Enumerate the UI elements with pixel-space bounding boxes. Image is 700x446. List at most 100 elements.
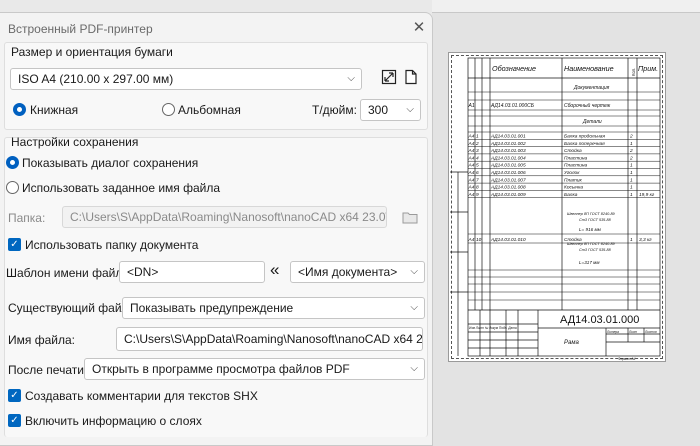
preview-toolbar-strip — [432, 0, 700, 13]
use-name-radio[interactable] — [6, 181, 19, 194]
doc-row-zone: А1 — [468, 103, 475, 109]
layers-info-label: Включить информацию о слоях — [25, 414, 202, 428]
col-designation: Обозначение — [492, 64, 536, 73]
shx-comments-checkbox[interactable]: ✓ — [8, 389, 21, 402]
chevron-down-icon: ⌵ — [410, 363, 418, 374]
col-note: Прим. — [638, 64, 658, 73]
after-print-select[interactable]: Открыть в программе просмотра файлов PDF… — [84, 358, 425, 380]
portrait-radio[interactable] — [13, 103, 26, 116]
template-macro-value: <Имя документа> — [298, 265, 398, 279]
spec-row-1-pos: 1 — [476, 134, 479, 140]
row10-note: 3,3 кг — [639, 237, 652, 243]
spec-row-9-code: АД14.03.01.009 — [490, 192, 526, 198]
spec-row-5-pos: 5 — [476, 163, 479, 169]
spec-row-6-pos: 6 — [476, 170, 479, 176]
spec-row-9-fmt: А4 — [468, 192, 475, 198]
spec2-len: L=317 мм — [579, 260, 600, 265]
dpi-value: 300 — [368, 103, 389, 117]
use-doc-folder-checkbox[interactable]: ✓ — [8, 238, 21, 251]
spec-row-7-fmt: А4 — [468, 177, 475, 183]
stamp-sheets: Листов — [644, 330, 657, 334]
row10-name: Стойка — [564, 236, 582, 243]
stamp-code: АД14.03.01.000 — [560, 314, 639, 326]
col-name: Наименование — [564, 64, 614, 73]
spec-row-4-fmt: А4 — [468, 155, 475, 161]
existing-file-select[interactable]: Показывать предупреждение ⌵ — [122, 297, 425, 319]
close-icon[interactable]: ✕ — [409, 18, 429, 38]
dialog-title: Встроенный PDF-принтер — [8, 22, 153, 36]
layers-info-checkbox[interactable]: ✓ — [8, 414, 21, 427]
spec-row-3-pos: 3 — [476, 148, 479, 154]
folder-label: Папка: — [8, 211, 46, 225]
spec-row-3-name: Стойка — [564, 147, 582, 154]
filename-input[interactable]: C:\Users\S\AppData\Roaming\Nanosoft\nano… — [116, 327, 423, 351]
spec-row-5-fmt: А4 — [468, 163, 475, 169]
spec-row-2-qty: 1 — [630, 141, 633, 147]
spec-row-8-code: АД14.03.01.008 — [490, 185, 526, 191]
spec1-len: L= 916 мм — [579, 227, 602, 232]
landscape-label: Альбомная — [178, 103, 241, 117]
template-macro-select[interactable]: <Имя документа> ⌵ — [290, 261, 425, 283]
template-label: Шаблон имени файла: — [6, 266, 133, 280]
spec-row-4-code: АД14.03.01.004 — [490, 155, 526, 161]
col-qty: Кол. — [631, 68, 636, 76]
spec-row-1-code: АД14.03.01.001 — [490, 134, 526, 140]
spec-row-5-code: АД14.03.01.005 — [490, 163, 526, 169]
spec-row-9-name: Балка — [564, 192, 578, 198]
dpi-label: Т/дюйм: — [312, 103, 357, 117]
stamp-sheet: Лист — [628, 330, 638, 334]
insert-macro-button[interactable]: « — [270, 260, 279, 280]
spec-row-9-note: 19,9 кг — [639, 192, 655, 198]
chevron-down-icon: ⌵ — [406, 104, 414, 115]
spec-row-5-name: Пластина — [564, 163, 588, 169]
spec-row-1-qty: 2 — [629, 134, 633, 140]
spec-row-8-name: Косынка — [564, 185, 583, 191]
paper-size-value: ISO A4 (210.00 x 297.00 мм) — [18, 72, 174, 86]
page-icon[interactable] — [404, 69, 418, 85]
spec-row-4-pos: 4 — [476, 155, 479, 161]
spec-row-7-code: АД14.03.01.007 — [490, 177, 526, 183]
template-input[interactable]: <DN> — [119, 261, 265, 283]
spec-row-2-fmt: А4 — [468, 141, 475, 147]
spec-row-7-name: Платик — [564, 177, 583, 183]
doc-row-code: АД14.03.01.000СБ — [490, 103, 535, 109]
spec-sheet-drawing: Обозначение Наименование Прим. Кол. Доку… — [450, 57, 661, 361]
paper-group-header: Размер и ориентация бумаги — [11, 45, 173, 59]
folder-input[interactable]: C:\Users\S\AppData\Roaming\Nanosoft\nano… — [62, 206, 387, 228]
after-print-label: После печати: — [8, 363, 88, 377]
show-dialog-radio[interactable] — [6, 156, 19, 169]
stamp-name: Рама — [564, 340, 579, 346]
landscape-radio[interactable] — [162, 103, 175, 116]
stamp-lit: Литера — [606, 330, 619, 334]
spec-row-6-name: Уголок — [564, 170, 580, 176]
spec-row-6-fmt: А4 — [468, 170, 475, 176]
spec-row-5-qty: 1 — [630, 163, 633, 169]
spec1-a: Швеллер 8П ГОСТ 8240-89 — [567, 212, 616, 216]
existing-file-value: Показывать предупреждение — [130, 301, 294, 315]
after-print-value: Открыть в программе просмотра файлов PDF — [92, 362, 350, 376]
spec-row-3-code: АД14.03.01.003 — [490, 148, 526, 154]
row10-code: АД14.03.01.010 — [490, 237, 526, 243]
stamp-format: Формат А4 — [618, 357, 636, 361]
paper-size-select[interactable]: ISO A4 (210.00 x 297.00 мм) ⌵ — [10, 68, 362, 90]
dpi-select[interactable]: 300 ⌵ — [360, 99, 421, 121]
filename-label: Имя файла: — [8, 333, 75, 347]
chevron-down-icon: ⌵ — [410, 266, 418, 277]
spec-row-6-code: АД14.03.01.006 — [490, 170, 526, 176]
row10-fmt: А4 — [468, 237, 475, 243]
spec-row-7-pos: 7 — [476, 177, 479, 183]
spec-row-2-name: Балка поперечная — [564, 141, 605, 147]
spec-row-2-pos: 2 — [475, 141, 479, 147]
section-parts: Детали — [582, 119, 602, 125]
doc-row-name: Сборочный чертеж — [564, 102, 611, 109]
spec-row-6-qty: 1 — [630, 170, 633, 176]
save-group-header: Настройки сохранения — [11, 135, 139, 149]
spec-row-1-name: Балка продольная — [564, 134, 605, 140]
spec-row-9-pos: 9 — [476, 192, 479, 198]
chevron-down-icon: ⌵ — [347, 73, 355, 84]
spec-row-8-qty: 1 — [630, 185, 633, 191]
folder-icon[interactable] — [402, 210, 418, 224]
fit-page-icon[interactable] — [381, 69, 397, 85]
row10-qty: 1 — [630, 237, 633, 243]
spec-row-9-qty: 1 — [630, 192, 633, 198]
